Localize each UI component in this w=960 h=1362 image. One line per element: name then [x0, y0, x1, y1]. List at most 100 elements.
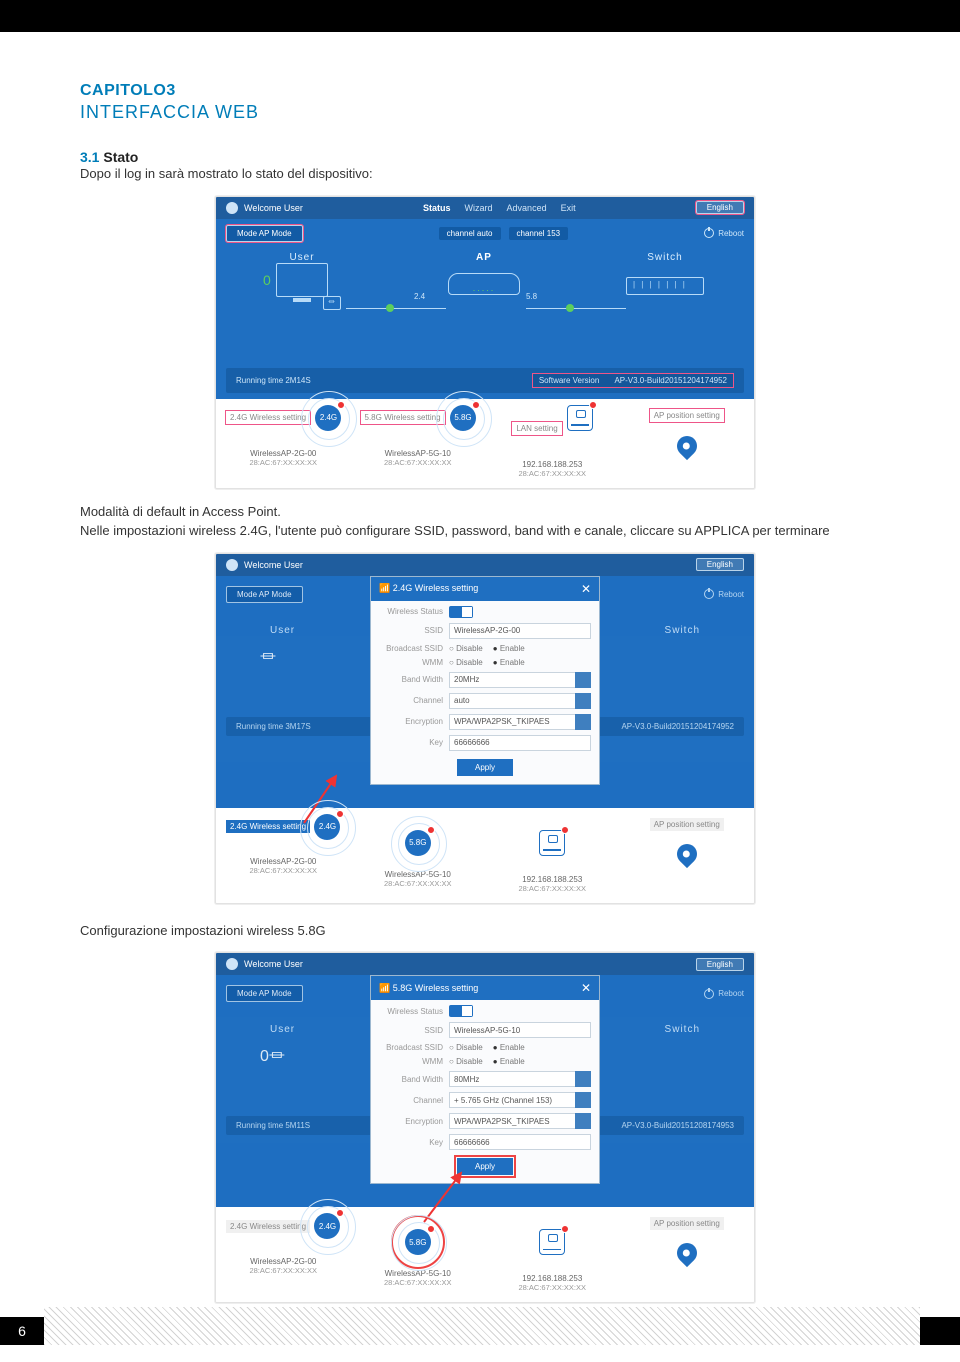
ssid-input[interactable]: WirelessAP-2G-00 — [449, 623, 591, 639]
language-selector[interactable]: English — [696, 558, 744, 571]
alert-dot-icon — [336, 810, 344, 818]
page-number: 6 — [0, 1317, 44, 1345]
broadcast-radio[interactable]: DisableEnable — [449, 1043, 525, 1052]
mac-24g: 28:AC:67:XX:XX:XX — [222, 458, 345, 467]
para-58g-heading: Configurazione impostazioni wireless 5.8… — [80, 922, 890, 941]
field-status-label: Wireless Status — [379, 1007, 443, 1016]
nav-tabs: Status Wizard Advanced Exit — [423, 203, 576, 213]
wireless-status-toggle[interactable] — [449, 606, 473, 618]
wireless-24g-modal: 📶 2.4G Wireless setting ✕ Wireless Statu… — [370, 576, 600, 785]
card-58g[interactable]: 5.8G Wireless setting 5.8G WirelessAP-5G… — [351, 399, 486, 488]
mac-58g: 28:AC:67:XX:XX:XX — [357, 879, 480, 888]
broadcast-radio[interactable]: DisableEnable — [449, 644, 525, 653]
card-lan[interactable]: 192.168.188.253 28:AC:67:XX:XX:XX — [485, 808, 620, 903]
user-node-label: User — [270, 625, 295, 636]
encryption-select[interactable]: WPA/WPA2PSK_TKIPAES — [449, 714, 591, 730]
switch-node-label: Switch — [665, 1024, 700, 1035]
tab-wizard[interactable]: Wizard — [465, 203, 493, 213]
card-24g[interactable]: 2.4G Wireless setting 2.4G WirelessAP-2G… — [216, 808, 351, 903]
wmm-radio[interactable]: DisableEnable — [449, 1057, 525, 1066]
alert-dot-icon — [427, 1225, 435, 1233]
field-bandwidth-label: Band Width — [379, 675, 443, 684]
tab-exit[interactable]: Exit — [561, 203, 576, 213]
apply-button[interactable]: Apply — [457, 1158, 513, 1175]
card-24g-title: 2.4G Wireless setting — [226, 820, 310, 833]
switch-node-label: Switch — [665, 625, 700, 636]
ring-58g-icon: 5.8G — [405, 830, 431, 856]
field-channel-label: Channel — [379, 696, 443, 705]
field-encryption-label: Encryption — [379, 1117, 443, 1126]
key-input[interactable]: 66666666 — [449, 735, 591, 751]
card-58g[interactable]: 5.8G WirelessAP-5G-10 28:AC:67:XX:XX:XX — [351, 1207, 486, 1302]
ring-58g-icon: 5.8G — [405, 1229, 431, 1255]
card-position[interactable]: AP position setting — [620, 808, 755, 903]
ring-58g-icon: 5.8G — [450, 405, 476, 431]
language-selector[interactable]: English — [696, 201, 744, 214]
mac-58g: 28:AC:67:XX:XX:XX — [357, 1278, 480, 1287]
page-body: CAPITOLO3 INTERFACCIA WEB 3.1 Stato Dopo… — [0, 32, 960, 1345]
wireless-status-toggle[interactable] — [449, 1005, 473, 1017]
channel-auto-pill: channel auto — [439, 227, 501, 240]
running-time: Running time 2M14S — [236, 376, 311, 385]
running-time: Running time 5M11S — [236, 1121, 310, 1130]
field-bandwidth-label: Band Width — [379, 1075, 443, 1084]
field-broadcast-label: Broadcast SSID — [379, 644, 443, 653]
card-lan-title: LAN setting — [511, 421, 562, 436]
card-24g[interactable]: 2.4G Wireless setting 2.4G WirelessAP-2G… — [216, 399, 351, 488]
reboot-button[interactable]: Reboot — [704, 228, 744, 238]
field-ssid-label: SSID — [379, 626, 443, 635]
close-icon[interactable]: ✕ — [581, 981, 591, 995]
bandwidth-select[interactable]: 20MHz — [449, 672, 591, 688]
key-input[interactable]: 66666666 — [449, 1134, 591, 1150]
mode-button[interactable]: Mode AP Mode — [226, 225, 303, 242]
band-24-label: 2.4 — [414, 292, 425, 301]
para-default-mode: Modalità di default in Access Point. — [80, 503, 890, 522]
ap-device-icon — [448, 273, 520, 295]
ssid-24g: WirelessAP-2G-00 — [222, 449, 345, 458]
language-selector[interactable]: English — [696, 958, 744, 971]
reboot-button[interactable]: Reboot — [704, 989, 744, 999]
power-icon — [704, 989, 714, 999]
field-ssid-label: SSID — [379, 1026, 443, 1035]
tab-status[interactable]: Status — [423, 203, 451, 213]
apply-button[interactable]: Apply — [457, 759, 513, 776]
ssid-input[interactable]: WirelessAP-5G-10 — [449, 1022, 591, 1038]
wmm-radio[interactable]: DisableEnable — [449, 658, 525, 667]
alert-dot-icon — [472, 401, 480, 409]
card-lan[interactable]: LAN setting 192.168.188.253 28:AC:67:XX:… — [485, 399, 620, 488]
card-lan[interactable]: 192.168.188.253 28:AC:67:XX:XX:XX — [485, 1207, 620, 1302]
ring-24g-icon: 2.4G — [315, 405, 341, 431]
mac-58g: 28:AC:67:XX:XX:XX — [357, 458, 480, 467]
bandwidth-select[interactable]: 80MHz — [449, 1071, 591, 1087]
chapter-label: CAPITOLO3 — [80, 82, 890, 100]
document-header-bar — [0, 0, 960, 32]
card-58g[interactable]: 5.8G WirelessAP-5G-10 28:AC:67:XX:XX:XX — [351, 808, 486, 903]
channel-select[interactable]: auto — [449, 693, 591, 709]
encryption-select[interactable]: WPA/WPA2PSK_TKIPAES — [449, 1113, 591, 1129]
card-position[interactable]: AP position setting — [620, 399, 755, 488]
close-icon[interactable]: ✕ — [581, 582, 591, 596]
mode-button[interactable]: Mode AP Mode — [226, 985, 303, 1002]
monitor-icon: 0 ⏛ — [276, 263, 328, 297]
field-key-label: Key — [379, 1138, 443, 1147]
card-24g-title: 2.4G Wireless setting — [226, 1220, 310, 1233]
mode-button[interactable]: Mode AP Mode — [226, 586, 303, 603]
lan-icon — [567, 405, 593, 431]
card-position-title: AP position setting — [650, 1217, 724, 1230]
user-node-label: User — [270, 1024, 295, 1035]
card-position[interactable]: AP position setting — [620, 1207, 755, 1302]
monitor-icon: ⏛ — [260, 643, 276, 667]
user-node-label: User — [276, 252, 328, 263]
tab-advanced[interactable]: Advanced — [507, 203, 547, 213]
reboot-button[interactable]: Reboot — [704, 589, 744, 599]
card-24g[interactable]: 2.4G Wireless setting 2.4G WirelessAP-2G… — [216, 1207, 351, 1302]
card-position-title: AP position setting — [650, 818, 724, 831]
ssid-58g: WirelessAP-5G-10 — [357, 449, 480, 458]
modal-title: 📶 5.8G Wireless setting — [379, 983, 478, 994]
wifi-icon: ⏛ — [269, 1048, 285, 1065]
app-header: Welcome User English — [216, 953, 754, 975]
alert-dot-icon — [427, 826, 435, 834]
lan-ip: 192.168.188.253 — [491, 875, 614, 884]
channel-select[interactable]: + 5.765 GHz (Channel 153) — [449, 1092, 591, 1108]
lan-mac: 28:AC:67:XX:XX:XX — [491, 884, 614, 893]
